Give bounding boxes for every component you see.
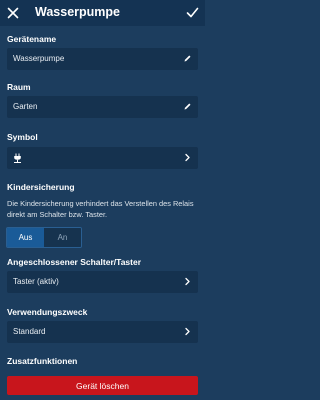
switch-value: Taster (aktiv)	[13, 277, 59, 286]
room-value: Garten	[13, 102, 38, 111]
child-lock-description: Die Kindersicherung verhindert das Verst…	[7, 199, 194, 219]
plug-icon	[14, 153, 21, 163]
switch-field[interactable]: Taster (aktiv)	[7, 271, 198, 293]
usage-field[interactable]: Standard	[7, 321, 198, 343]
pencil-icon	[184, 103, 191, 110]
chevron-right-icon	[185, 153, 190, 162]
pencil-icon	[184, 55, 191, 62]
delete-device-button[interactable]: Gerät löschen	[7, 376, 198, 395]
room-field[interactable]: Garten	[7, 96, 198, 118]
child-lock-toggle[interactable]: Aus An	[6, 227, 82, 248]
page-title: Wasserpumpe	[35, 5, 120, 19]
symbol-label: Symbol	[7, 132, 38, 142]
toggle-option-off[interactable]: Aus	[7, 228, 44, 247]
device-name-field[interactable]: Wasserpumpe	[7, 48, 198, 70]
usage-label: Verwendungszweck	[7, 307, 88, 317]
switch-label: Angeschlossener Schalter/Taster	[7, 257, 142, 267]
usage-value: Standard	[13, 327, 46, 336]
device-name-label: Gerätename	[7, 34, 57, 44]
child-lock-label: Kindersicherung	[7, 182, 75, 192]
room-label: Raum	[7, 82, 31, 92]
symbol-field[interactable]	[7, 147, 198, 169]
check-icon[interactable]	[186, 6, 199, 19]
device-name-value: Wasserpumpe	[13, 54, 65, 63]
extras-label: Zusatzfunktionen	[7, 356, 78, 366]
app-bar: Wasserpumpe	[0, 0, 205, 26]
chevron-right-icon	[185, 327, 190, 336]
chevron-right-icon	[185, 277, 190, 286]
toggle-option-on[interactable]: An	[44, 228, 81, 247]
close-icon[interactable]	[7, 7, 19, 19]
